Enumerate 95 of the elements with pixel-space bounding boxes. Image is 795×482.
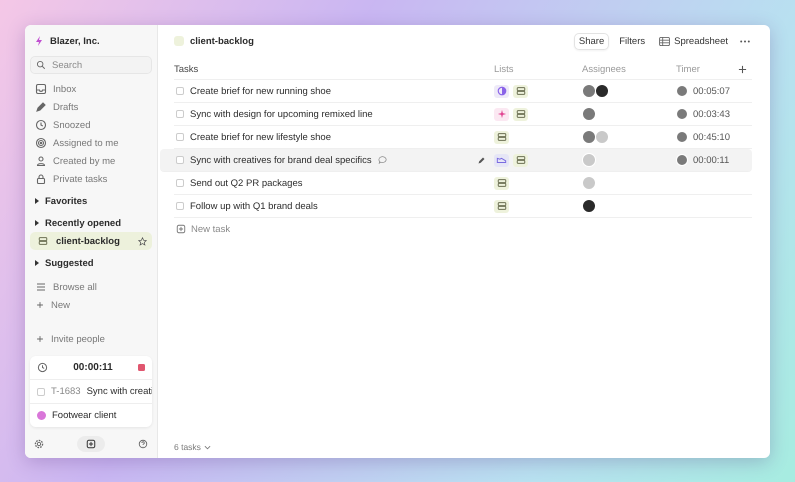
stop-button[interactable] — [138, 364, 145, 371]
checkbox[interactable] — [176, 202, 184, 210]
nav-item[interactable]: Drafts — [30, 98, 152, 116]
nav-item[interactable]: Assigned to me — [30, 134, 152, 152]
avatar — [676, 85, 688, 97]
column-header: Assignees — [582, 64, 627, 74]
plus-square-icon — [176, 224, 186, 234]
avatar — [582, 130, 596, 144]
checkbox[interactable] — [176, 179, 184, 187]
table-row[interactable]: Sync with design for upcoming remixed line 00:03:43 — [174, 103, 752, 126]
timer-time: 00:00:11 — [72, 362, 114, 373]
task-count-dropdown[interactable]: 6 tasks — [174, 442, 752, 452]
section-header[interactable]: Suggested — [30, 254, 152, 272]
project-name: Footwear client — [52, 410, 116, 421]
project-icon — [37, 411, 46, 420]
sidebar-item[interactable]: client-backlog — [30, 232, 152, 250]
task-title: Sync with creati — [86, 386, 152, 397]
timer-value: 00:45:10 — [693, 132, 730, 142]
task-title: Follow up with Q1 brand deals — [190, 200, 318, 212]
page-title: client-backlog — [190, 36, 255, 46]
star-icon[interactable] — [138, 236, 147, 246]
clock-icon — [37, 362, 48, 373]
more-icon[interactable] — [738, 40, 752, 42]
nav-item[interactable]: Private tasks — [30, 170, 152, 188]
avatar — [582, 153, 596, 167]
workspace-name: Blazer, Inc. — [50, 36, 100, 46]
nav-item[interactable]: Inbox — [30, 80, 152, 98]
pencil-icon — [35, 101, 47, 113]
add-column-icon[interactable] — [738, 64, 747, 74]
search-field[interactable]: Search — [30, 56, 152, 74]
nav-item[interactable]: Browse all — [30, 278, 152, 296]
lock-icon — [35, 173, 47, 185]
highlighted-row[interactable]: Sync with creatives for brand deal specifics 00:00:11 — [160, 149, 752, 172]
compose-button[interactable] — [77, 436, 105, 452]
checkbox[interactable] — [176, 110, 184, 118]
avatar — [582, 107, 596, 121]
timer-value: 00:03:43 — [693, 108, 730, 120]
table-icon — [659, 36, 670, 46]
caret-icon — [35, 260, 39, 266]
avatar — [582, 176, 596, 190]
filters-button[interactable]: Filters — [615, 34, 650, 48]
section-header[interactable]: Recently opened — [30, 214, 152, 232]
avatar — [595, 130, 609, 144]
avatar — [676, 154, 688, 166]
settings-icon — [34, 439, 44, 449]
task-id: T-1683 — [51, 386, 81, 397]
avatar — [676, 131, 688, 143]
target-icon — [35, 137, 47, 149]
table-row[interactable]: Create brief for new running shoe 00:05:07 — [174, 80, 752, 103]
share-button[interactable]: Share — [574, 32, 610, 50]
caret-icon — [35, 198, 39, 204]
checkbox[interactable] — [176, 133, 184, 141]
view-button[interactable]: Spreadsheet — [655, 34, 732, 48]
sparkle-list-icon — [494, 108, 509, 120]
caret-icon — [35, 220, 39, 226]
plus-icon — [35, 300, 45, 310]
help-icon — [138, 439, 148, 449]
clock-icon — [35, 119, 47, 131]
column-header: Lists — [494, 64, 515, 74]
new-task-button[interactable]: New task — [174, 218, 236, 240]
task-title: Send out Q2 PR packages — [190, 178, 302, 188]
task-title: Create brief for new running shoe — [190, 86, 331, 96]
nav-item[interactable]: Created by me — [30, 152, 152, 170]
column-header: Tasks — [174, 64, 200, 74]
invite-button[interactable]: Invite people — [30, 330, 152, 348]
section-header[interactable]: Favorites — [30, 192, 152, 210]
nav-item[interactable]: Snoozed — [30, 116, 152, 134]
checkbox[interactable] — [37, 388, 45, 396]
checkbox[interactable] — [176, 156, 184, 164]
bolt-logo-icon — [35, 36, 43, 46]
pencil-icon[interactable] — [477, 156, 486, 164]
plus-square-icon — [86, 439, 96, 449]
task-title: Sync with design for upcoming remixed line — [190, 108, 373, 120]
inbox-icon — [35, 83, 47, 95]
column-header: Timer — [676, 64, 701, 74]
avatar — [595, 84, 609, 98]
shoe-list-icon — [494, 154, 509, 166]
avatar — [582, 199, 596, 213]
table-row[interactable]: Follow up with Q1 brand deals — [174, 195, 752, 218]
person-icon — [35, 155, 47, 167]
avatar — [676, 108, 688, 120]
list-icon — [35, 281, 47, 293]
timer-value: 00:05:07 — [693, 86, 730, 96]
task-title: Sync with creatives for brand deal specifics — [190, 154, 372, 166]
nav-item[interactable]: New — [30, 296, 152, 314]
comment-icon[interactable] — [378, 156, 387, 164]
checkbox[interactable] — [176, 87, 184, 95]
task-title: Create brief for new lifestyle shoe — [190, 132, 331, 142]
timer-value: 00:00:11 — [693, 154, 730, 166]
plus-icon — [35, 334, 45, 344]
table-row[interactable]: Send out Q2 PR packages — [174, 172, 752, 195]
chevron-down-icon — [204, 444, 211, 450]
half-circle-list-icon — [494, 84, 509, 98]
search-icon — [36, 60, 46, 70]
avatar — [582, 84, 596, 98]
